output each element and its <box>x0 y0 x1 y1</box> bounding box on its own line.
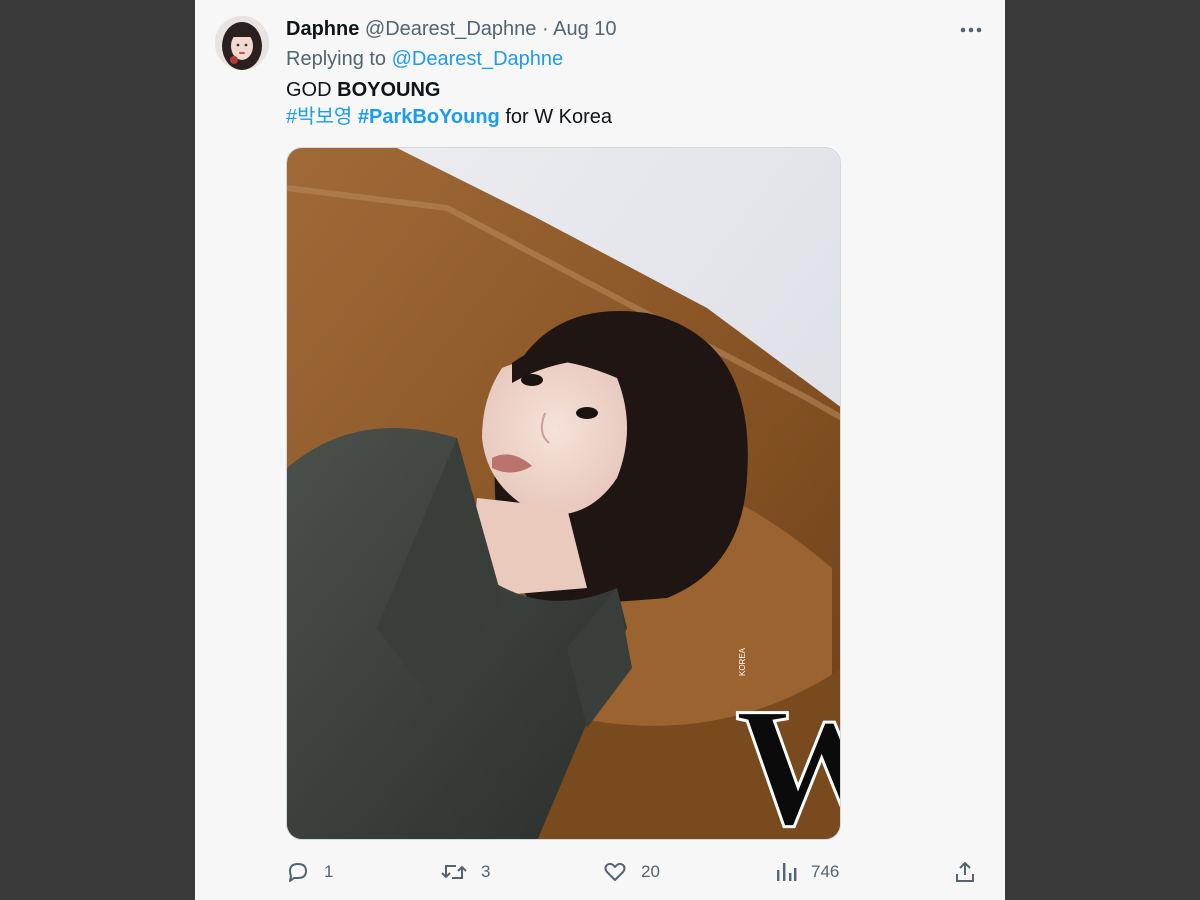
text-suffix: for W Korea <box>505 106 613 128</box>
tweet-text-line-1: GOD BOYOUNG <box>286 78 440 102</box>
replying-to: Replying to @Dearest_Daphne <box>286 47 563 71</box>
hashtag-korean[interactable]: #박보영 <box>286 106 352 128</box>
tweet-image[interactable]: W KOREA <box>286 147 841 840</box>
tweet-header: Daphne @Dearest_Daphne · Aug 10 <box>286 17 617 41</box>
like-count: 20 <box>641 862 660 881</box>
reply-button[interactable]: 1 <box>286 852 333 892</box>
share-icon <box>956 861 974 882</box>
like-button[interactable]: 20 <box>603 852 660 892</box>
views-count: 746 <box>811 862 840 881</box>
heart-icon <box>604 862 626 881</box>
tweet-date[interactable]: Aug 10 <box>553 18 616 40</box>
author-handle[interactable]: @Dearest_Daphne <box>365 18 537 40</box>
views-icon <box>777 863 797 881</box>
author-name[interactable]: Daphne <box>286 18 359 40</box>
tweet-text-line-2: #박보영 #ParkBoYoung for W Korea <box>286 105 612 129</box>
avatar[interactable] <box>215 16 269 70</box>
hashtag-parkboyoung[interactable]: #ParkBoYoung <box>358 106 500 128</box>
text-plain: GOD <box>286 79 332 101</box>
logo-w: W <box>735 673 841 840</box>
replying-prefix: Replying to <box>286 48 387 70</box>
retweet-icon <box>441 865 467 879</box>
w-korea-logo: W KOREA <box>734 647 841 840</box>
text-bold: BOYOUNG <box>337 79 441 101</box>
more-icon[interactable] <box>959 18 983 42</box>
replying-handle-link[interactable]: @Dearest_Daphne <box>392 48 564 70</box>
views-button[interactable]: 746 <box>775 852 839 892</box>
tweet-card: Daphne @Dearest_Daphne · Aug 10 Replying… <box>195 0 1005 900</box>
reply-count: 1 <box>324 862 334 881</box>
reply-icon <box>289 863 307 882</box>
retweet-button[interactable]: 3 <box>441 852 490 892</box>
retweet-count: 3 <box>481 862 491 881</box>
action-bar: 1 3 20 746 <box>286 852 986 892</box>
share-button[interactable] <box>953 852 991 892</box>
separator-dot: · <box>541 18 549 40</box>
logo-korea: KOREA <box>738 647 747 676</box>
